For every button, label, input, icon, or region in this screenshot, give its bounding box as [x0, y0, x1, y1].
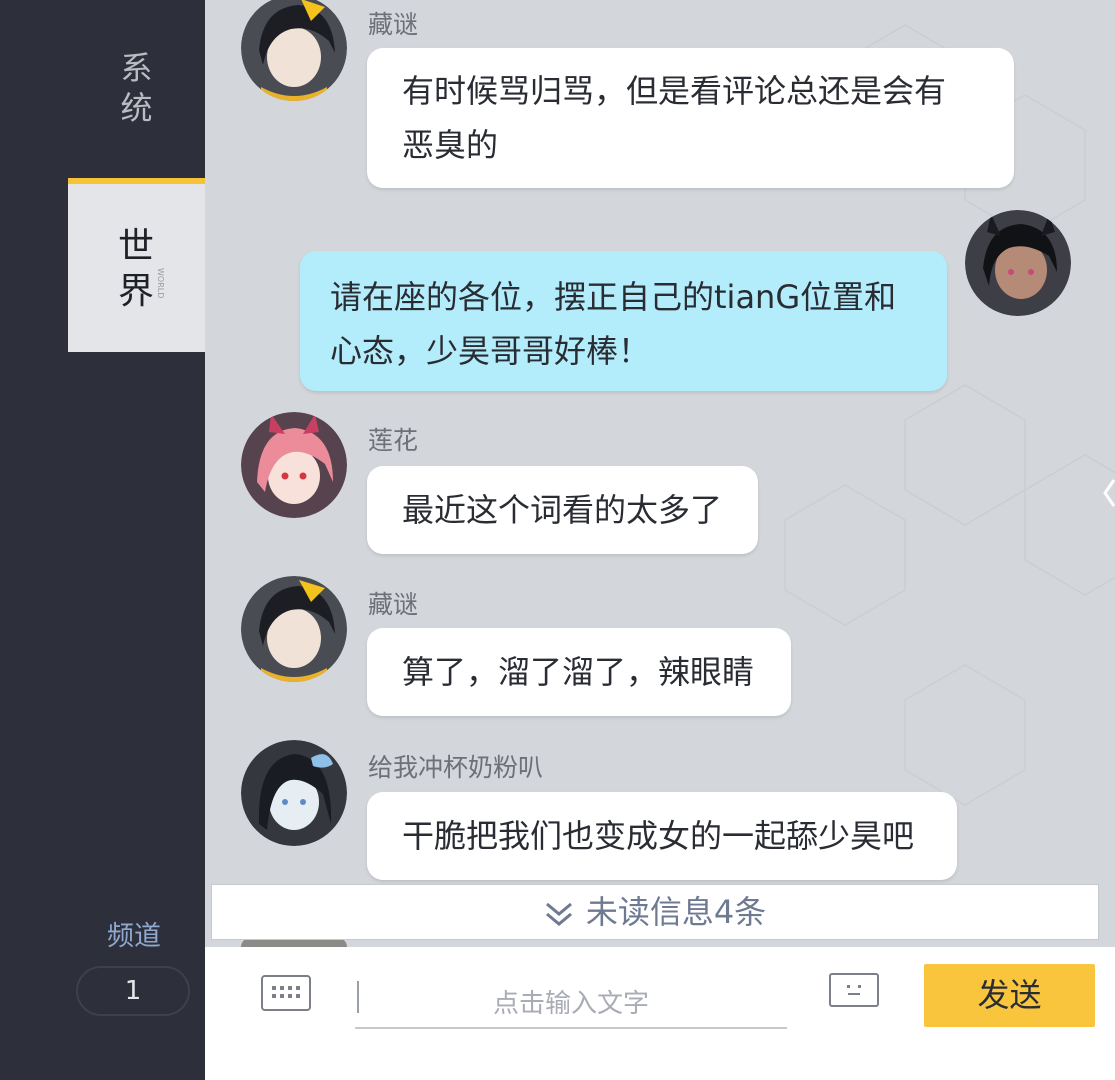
message-line: 请在座的各位，摆正自己的tianG位置和	[330, 278, 897, 316]
sender-name: 给我冲杯奶粉叭	[368, 753, 544, 782]
message-input[interactable]: 点击输入文字	[355, 969, 787, 1029]
message-bubble: 最近这个词看的太多了	[367, 466, 758, 554]
sidebar: 系 统 世 界 WORLD 频道 1	[0, 0, 205, 1080]
keyboard-icon[interactable]	[261, 975, 311, 1011]
input-bar: 点击输入文字 发送	[205, 947, 1115, 1080]
sender-name: 藏谜	[368, 10, 419, 39]
tab-world[interactable]: 世 界 WORLD	[68, 178, 205, 352]
message-line: 心态，少昊哥哥好棒！	[330, 332, 651, 370]
tab-world-label: 世 界	[118, 226, 155, 312]
message-bubble-mine: 请在座的各位，摆正自己的tianG位置和 心态，少昊哥哥好棒！	[300, 251, 947, 391]
message-line: 恶臭的	[402, 126, 499, 164]
tab-system-label: 系 统	[120, 49, 153, 127]
unread-messages-button[interactable]: 未读信息4条	[211, 884, 1099, 940]
message-line: 干脆把我们也变成女的一起舔少昊吧	[402, 817, 915, 855]
message-bubble: 算了，溜了溜了，辣眼睛	[367, 628, 791, 716]
channel-selector[interactable]: 1	[76, 966, 190, 1016]
message-line: 最近这个词看的太多了	[402, 491, 723, 529]
tab-system[interactable]: 系 统	[68, 0, 205, 178]
avatar-pink-hair-icon	[241, 412, 347, 518]
message-line: 有时候骂归骂，但是看评论总还是会有	[402, 72, 947, 110]
chevron-double-down-icon	[545, 902, 572, 926]
avatar[interactable]	[241, 0, 347, 101]
sender-name: 藏谜	[368, 590, 419, 619]
message-bubble: 有时候骂归骂，但是看评论总还是会有 恶臭的	[367, 48, 1014, 188]
sender-name: 莲花	[368, 426, 419, 455]
channel-label: 频道	[107, 921, 161, 952]
avatar-dark-hair-bunny-ears-icon	[965, 210, 1071, 316]
avatar-black-hair-yellow-bow-icon	[241, 576, 347, 682]
avatar[interactable]	[241, 576, 347, 682]
emoji-icon[interactable]	[829, 973, 879, 1011]
message-line: 算了，溜了溜了，辣眼睛	[402, 653, 755, 691]
message-bubble: 干脆把我们也变成女的一起舔少昊吧	[367, 792, 957, 880]
avatar[interactable]	[241, 412, 347, 518]
chat-area[interactable]: 藏谜 有时候骂归骂，但是看评论总还是会有 恶臭的 请在座的各位，摆正自己的tia…	[205, 0, 1115, 947]
collapse-arrow-icon[interactable]	[1103, 478, 1115, 508]
avatar[interactable]	[965, 210, 1071, 316]
avatar-dark-hair-blue-ribbon-icon	[241, 740, 347, 846]
message-input-placeholder: 点击输入文字	[492, 989, 649, 1019]
avatar[interactable]	[241, 740, 347, 846]
avatar-black-hair-yellow-bow-icon	[241, 0, 347, 101]
unread-text: 未读信息4条	[585, 893, 767, 931]
send-button[interactable]: 发送	[924, 964, 1095, 1027]
tab-world-sublabel: WORLD	[156, 268, 165, 299]
